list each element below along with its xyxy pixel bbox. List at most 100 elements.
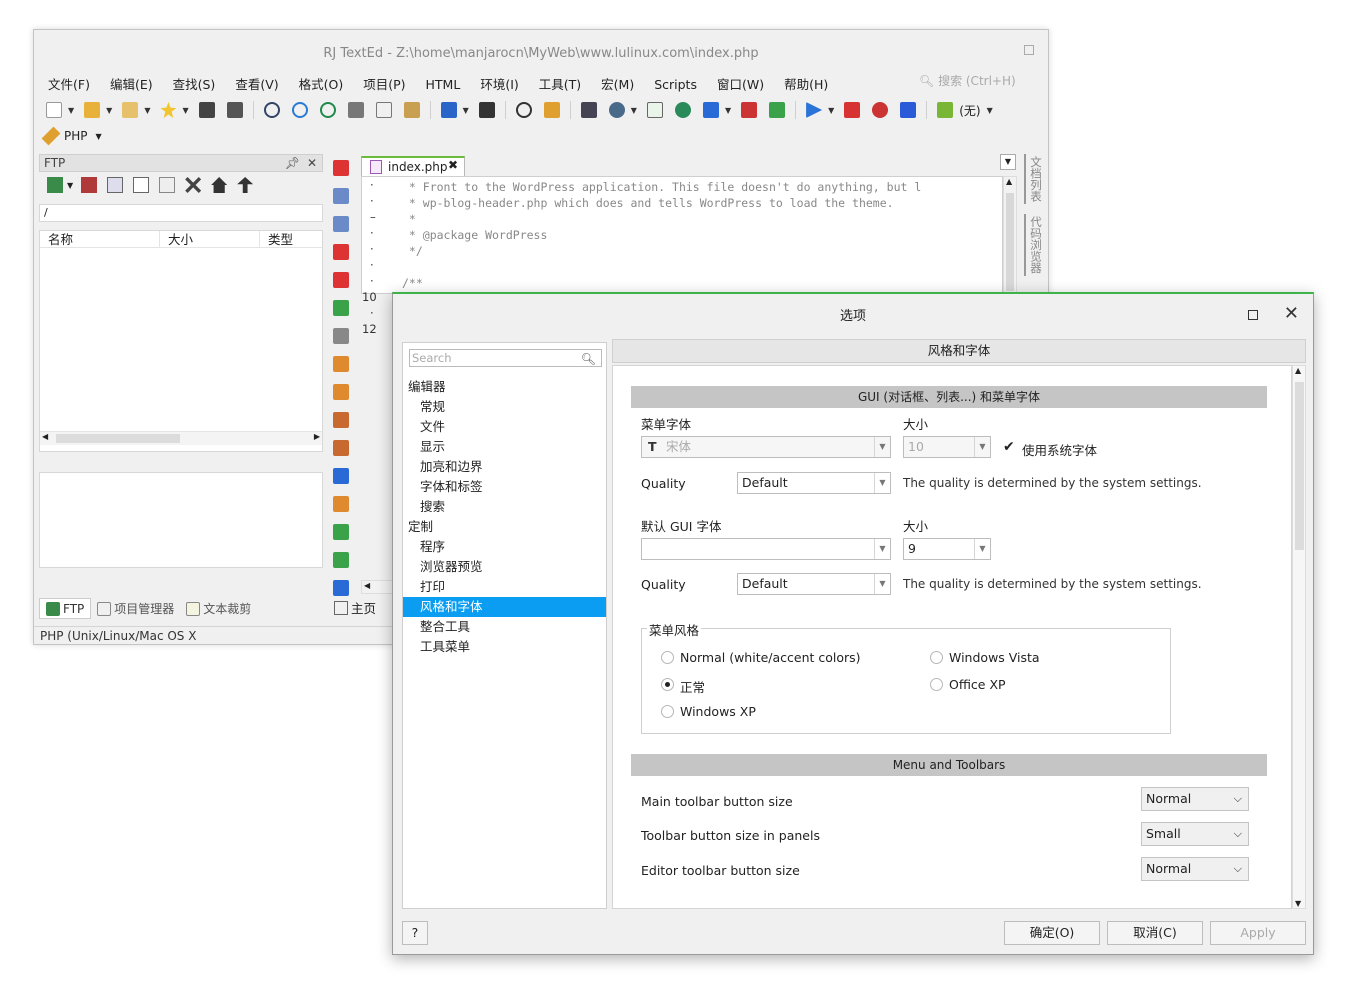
lines-icon[interactable]: [333, 328, 349, 344]
forward-arrow-icon[interactable]: [478, 102, 495, 118]
code-editor[interactable]: · · – · · · · 10 · 12 * Front to the WordPress ap…: [361, 176, 1003, 336]
cut-icon[interactable]: [347, 102, 364, 118]
nav-item[interactable]: 文件: [403, 417, 606, 437]
horizontal-scrollbar[interactable]: ◀ ▶: [40, 431, 322, 445]
close-tab-icon[interactable]: ✖: [448, 158, 458, 172]
maximize-button[interactable]: [1248, 310, 1258, 320]
menu-macro[interactable]: 宏(M): [593, 74, 642, 96]
sigma-icon[interactable]: [702, 102, 719, 118]
column-name[interactable]: 名称: [40, 231, 160, 247]
nav-item[interactable]: 工具菜单: [403, 637, 606, 657]
tab-project-manager[interactable]: 项目管理器: [91, 598, 180, 619]
chevron-down-icon[interactable]: ▼: [631, 106, 637, 115]
nav-item[interactable]: 打印: [403, 577, 606, 597]
ok-button[interactable]: 确定(O): [1004, 921, 1100, 945]
lightning-icon[interactable]: [844, 102, 861, 118]
paste-icon[interactable]: [403, 102, 420, 118]
menu-file[interactable]: 文件(F): [40, 74, 98, 96]
scroll-left-icon[interactable]: ◀: [364, 581, 370, 590]
nav-group[interactable]: 定制: [403, 517, 606, 537]
maximize-button[interactable]: [1024, 45, 1034, 55]
view-icon[interactable]: [133, 177, 150, 193]
close-icon[interactable]: ✕: [1284, 303, 1299, 324]
undo-icon[interactable]: [263, 102, 280, 118]
project-icon[interactable]: [122, 102, 139, 118]
nav-item[interactable]: 字体和标签: [403, 477, 606, 497]
plugin-icon[interactable]: [769, 102, 786, 118]
chevron-down-icon[interactable]: ▼: [144, 106, 150, 115]
quality-select[interactable]: Default ▼: [737, 472, 891, 494]
chevron-down-icon[interactable]: ▼: [463, 106, 469, 115]
tab-ftp[interactable]: FTP: [39, 598, 92, 619]
default-quality-select[interactable]: Default ▼: [737, 573, 891, 595]
menu-font-select[interactable]: T 宋体 ▼: [641, 436, 891, 458]
cancel-button[interactable]: 取消(C): [1107, 921, 1203, 945]
chevron-down-icon[interactable]: ▼: [987, 106, 993, 115]
save-icon[interactable]: [198, 102, 215, 118]
scroll-right-icon[interactable]: ▶: [314, 432, 320, 441]
nav-search-input[interactable]: Search 🔍︎: [409, 349, 602, 367]
globe-icon[interactable]: [674, 102, 691, 118]
spellcheck-icon[interactable]: [937, 102, 954, 118]
tab-document-list[interactable]: 文档列表: [1024, 154, 1046, 204]
menu-scripts[interactable]: Scripts: [646, 74, 705, 96]
nav-item[interactable]: 搜索: [403, 497, 606, 517]
radio-normal-accent[interactable]: [661, 651, 674, 664]
bracket-icon[interactable]: [333, 468, 349, 484]
copy-icon[interactable]: [375, 102, 392, 118]
default-font-size-select[interactable]: 9 ▼: [903, 538, 991, 560]
new-file-icon[interactable]: [46, 102, 62, 118]
vertical-scrollbar[interactable]: ▲ ▼: [1292, 365, 1306, 909]
back-arrow-icon[interactable]: [440, 102, 457, 118]
home-button[interactable]: 主页: [334, 598, 376, 617]
nav-group[interactable]: 编辑器: [403, 377, 606, 397]
document-icon[interactable]: [580, 102, 597, 118]
nav-item[interactable]: 常规: [403, 397, 606, 417]
refresh-icon[interactable]: [319, 102, 336, 118]
preview-icon[interactable]: [646, 102, 663, 118]
panel-toolbar-size-select[interactable]: Small ⌵: [1141, 822, 1249, 846]
pin-icon[interactable]: 📌︎: [285, 155, 300, 171]
comment-remove-icon[interactable]: [333, 272, 349, 288]
column-size[interactable]: 大小: [160, 231, 260, 247]
tab-text-clips[interactable]: 文本裁剪: [180, 598, 257, 619]
lowercase-icon[interactable]: [333, 552, 349, 568]
menu-html[interactable]: HTML: [418, 74, 469, 96]
menu-view[interactable]: 查看(V): [227, 74, 286, 96]
chevron-down-icon[interactable]: ▼: [182, 106, 188, 115]
vertical-scrollbar[interactable]: ▲: [1003, 176, 1017, 294]
new-folder-icon[interactable]: [159, 177, 176, 193]
save-all-icon[interactable]: [226, 102, 243, 118]
up-arrow-icon[interactable]: [237, 177, 254, 193]
radio-windows-xp[interactable]: [661, 705, 674, 718]
uppercase-icon[interactable]: [333, 524, 349, 540]
sort-alpha-icon[interactable]: [333, 580, 349, 596]
scrollbar-thumb[interactable]: [56, 434, 180, 443]
join-lines-icon[interactable]: [333, 496, 349, 512]
indent-icon[interactable]: [333, 188, 349, 204]
chevron-down-icon[interactable]: ▼: [96, 132, 102, 141]
nav-item[interactable]: 显示: [403, 437, 606, 457]
chevron-down-icon[interactable]: ▼: [68, 106, 74, 115]
close-document-icon[interactable]: [333, 160, 349, 176]
scroll-down-icon[interactable]: ▼: [1295, 899, 1301, 908]
line-add-icon[interactable]: [333, 300, 349, 316]
scrollbar-thumb[interactable]: [1006, 193, 1014, 291]
tools-icon[interactable]: [741, 102, 758, 118]
pencil-icon[interactable]: [41, 126, 61, 146]
ftp-path-input[interactable]: /: [39, 204, 323, 222]
radio-normal[interactable]: [661, 678, 674, 691]
menu-window[interactable]: 窗口(W): [709, 74, 772, 96]
disconnect-icon[interactable]: [81, 177, 98, 193]
nav-item[interactable]: 加亮和边界: [403, 457, 606, 477]
browser-icon[interactable]: [608, 102, 625, 118]
stop-macro-icon[interactable]: [900, 102, 917, 118]
menu-environment[interactable]: 环境(I): [472, 74, 526, 96]
site-manager-icon[interactable]: [107, 177, 124, 193]
comment-add-icon[interactable]: [333, 244, 349, 260]
home-icon[interactable]: [211, 177, 228, 193]
close-icon[interactable]: ✕: [307, 155, 317, 171]
scroll-up-icon[interactable]: ▲: [1295, 366, 1301, 375]
menu-search-box[interactable]: 🔍︎ 搜索 (Ctrl+H): [919, 71, 1049, 91]
scrollbar-thumb[interactable]: [1295, 382, 1304, 550]
